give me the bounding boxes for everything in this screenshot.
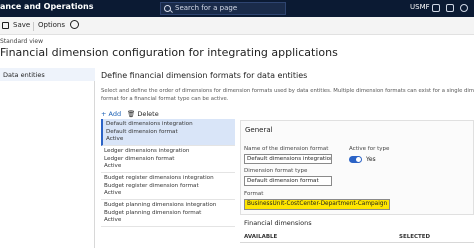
help-icon[interactable] — [460, 4, 468, 12]
view-selector[interactable]: Standard view — [0, 38, 43, 45]
list-item[interactable]: Ledger dimensions integration Ledger dim… — [101, 146, 235, 173]
item-name: Budget register dimensions integration — [104, 175, 214, 181]
bell-icon[interactable] — [432, 4, 440, 12]
list-item[interactable]: Budget planning dimensions integration B… — [101, 200, 235, 227]
section-title: Define financial dimension formats for d… — [101, 71, 308, 80]
item-name: Budget planning dimensions integration — [104, 202, 217, 208]
page-title: Financial dimension configuration for in… — [0, 46, 338, 59]
item-status: Active — [104, 217, 122, 223]
nav-item-data-entities[interactable]: Data entities — [0, 68, 95, 81]
save-button[interactable]: Save — [2, 21, 30, 29]
item-type: Budget planning dimension format — [104, 209, 202, 216]
top-navigation-bar: ance and Operations Search for a page US… — [0, 0, 474, 17]
item-type: Budget register dimension format — [104, 182, 199, 189]
options-button[interactable]: Options — [38, 21, 65, 29]
item-status: Active — [106, 136, 124, 142]
item-status: Active — [104, 190, 122, 196]
list-item[interactable]: Default dimensions integration Default d… — [101, 119, 235, 146]
search-placeholder: Search for a page — [175, 4, 238, 12]
active-value: Yes — [366, 156, 376, 163]
search-icon[interactable] — [70, 20, 79, 29]
search-icon — [164, 5, 171, 12]
format-field[interactable]: BusinessUnit-CostCenter-Department-Campa… — [244, 199, 390, 210]
item-status: Active — [104, 163, 122, 169]
list-item[interactable]: Budget register dimensions integration B… — [101, 173, 235, 200]
financial-dimensions-title: Financial dimensions — [244, 219, 312, 227]
save-icon — [2, 22, 9, 29]
financial-dimensions-header: AVAILABLE SELECTED — [240, 231, 474, 243]
active-toggle[interactable] — [349, 156, 362, 163]
section-description: Select and define the order of dimension… — [101, 88, 474, 103]
column-selected: SELECTED — [399, 234, 431, 240]
app-title: ance and Operations — [0, 2, 94, 11]
company-selector[interactable]: USMF — [410, 3, 430, 11]
toolbar-divider — [33, 22, 34, 31]
item-type: Default dimension format — [106, 128, 178, 135]
delete-button[interactable]: 🗑 Delete — [127, 110, 159, 118]
general-title[interactable]: General — [245, 126, 273, 134]
column-available: AVAILABLE — [244, 234, 278, 240]
type-field[interactable]: Default dimension format — [244, 176, 332, 186]
left-navigation: Data entities — [0, 68, 95, 248]
item-name: Ledger dimensions integration — [104, 148, 190, 154]
delete-label: Delete — [137, 110, 159, 118]
name-field[interactable]: Default dimensions integration — [244, 154, 332, 164]
general-fasttab: General Name of the dimension format Def… — [240, 120, 474, 215]
item-name: Default dimensions integration — [106, 121, 193, 127]
active-label: Active for type — [349, 146, 390, 152]
item-type: Ledger dimension format — [104, 155, 175, 162]
save-label: Save — [13, 21, 31, 29]
description-line: format for a financial format type can b… — [101, 95, 229, 102]
name-label: Name of the dimension format — [244, 146, 329, 152]
trash-icon: 🗑 — [127, 110, 136, 118]
format-label: Format — [244, 191, 264, 197]
type-label: Dimension format type — [244, 168, 308, 174]
description-line: Select and define the order of dimension… — [101, 88, 474, 94]
add-button[interactable]: + Add — [101, 110, 121, 118]
page-search-input[interactable]: Search for a page — [160, 2, 286, 15]
action-pane: Save Options — [0, 17, 474, 35]
gear-icon[interactable] — [446, 4, 454, 12]
